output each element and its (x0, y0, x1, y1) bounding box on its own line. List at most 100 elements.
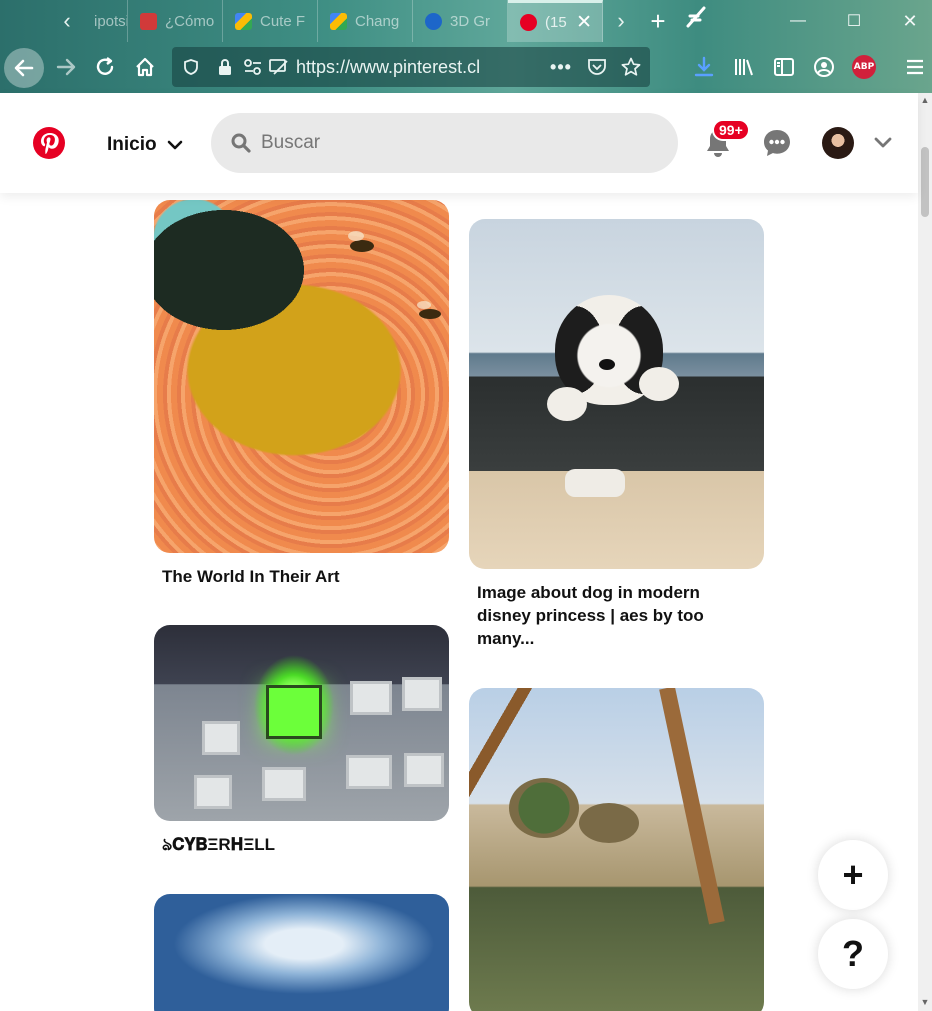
minimize-window-button[interactable]: — (770, 0, 826, 42)
maximize-window-button[interactable]: ☐ (826, 0, 882, 42)
search-bar[interactable] (211, 113, 678, 173)
browser-tab[interactable]: ipotsi (82, 0, 128, 42)
plus-icon: + (842, 854, 864, 895)
home-dropdown-button[interactable]: Inicio (107, 134, 183, 156)
pin-card[interactable]: The World In Their Art (154, 200, 449, 588)
scrollbar-thumb[interactable] (921, 147, 929, 217)
address-bar[interactable]: https://www.pinterest.cl ••• (172, 47, 650, 87)
adblock-plus-icon[interactable]: ABP (852, 55, 876, 79)
menu-icon[interactable] (903, 55, 927, 79)
reload-icon (96, 57, 114, 75)
chevron-down-icon (167, 140, 182, 150)
dog-paw (639, 367, 679, 401)
notification-count-badge: 99+ (712, 119, 750, 141)
tabs-scroll-left-button[interactable]: ‹ (52, 0, 82, 42)
browser-tab[interactable]: Chang (318, 0, 413, 42)
account-menu-chevron-icon[interactable] (874, 137, 892, 149)
tab-title: ipotsi (94, 12, 128, 30)
downloads-icon[interactable] (692, 55, 716, 79)
url-text: https://www.pinterest.cl (296, 57, 481, 77)
search-input[interactable] (261, 127, 661, 159)
forward-button[interactable] (54, 55, 78, 79)
close-window-button[interactable]: ✕ (882, 0, 932, 42)
dog-legs (565, 469, 625, 497)
window-frame (659, 688, 725, 925)
pinterest-logo-icon[interactable] (33, 127, 65, 159)
navigation-toolbar: https://www.pinterest.cl ••• ABP (0, 42, 932, 93)
pin-card[interactable]: Image about dog in modern disney princes… (469, 219, 764, 650)
hanging-plant (509, 778, 579, 838)
pin-image[interactable] (154, 625, 449, 821)
pin-feed: The World In Their Art Image about dog i… (0, 193, 918, 1011)
back-arrow-icon (14, 59, 34, 77)
help-button[interactable]: ? (818, 919, 888, 989)
pinterest-favicon-icon (520, 14, 537, 31)
pinterest-header: Inicio 99+ (0, 93, 918, 193)
pin-image[interactable] (154, 200, 449, 553)
browser-tab[interactable]: 3D Gr (413, 0, 508, 42)
tab-favicon-icon (140, 12, 157, 30)
new-tab-button[interactable]: + (645, 0, 671, 42)
tab-title: 3D Gr (450, 12, 491, 30)
search-icon (231, 133, 251, 153)
tab-strip: ‹ ipotsi ¿Cómo Cute F Chang 3D Gr (15 ✕ … (0, 0, 932, 42)
building-window (194, 775, 232, 809)
building-window (350, 681, 392, 715)
building-window (346, 755, 392, 789)
sidebar-icon[interactable] (772, 55, 796, 79)
building-window (202, 721, 240, 755)
tab-favicon-icon (330, 12, 347, 30)
home-icon (136, 57, 154, 77)
browser-tab[interactable]: Cute F (223, 0, 318, 42)
scroll-up-arrow-icon[interactable]: ▲ (918, 95, 932, 107)
browser-tab[interactable]: ¿Cómo (128, 0, 223, 42)
forward-arrow-icon (56, 58, 76, 76)
browser-tab-active[interactable]: (15 ✕ (508, 0, 603, 42)
account-icon[interactable] (812, 55, 836, 79)
building-window (402, 677, 442, 711)
library-icon[interactable] (732, 55, 756, 79)
bee-illustration (417, 301, 441, 319)
tab-favicon-icon (425, 12, 442, 30)
pocket-icon[interactable] (586, 56, 608, 78)
messages-icon[interactable] (762, 128, 792, 158)
lock-icon[interactable] (214, 56, 236, 78)
pin-image[interactable] (154, 894, 449, 1011)
user-avatar[interactable] (822, 127, 854, 159)
home-button[interactable] (133, 55, 157, 79)
dog-nose (599, 359, 615, 370)
scroll-down-arrow-icon[interactable]: ▼ (918, 997, 932, 1009)
pin-title[interactable]: ঌ𝐂𝐘𝐁ΞR𝐇ΞLL (154, 821, 449, 856)
building-window (262, 767, 306, 801)
shield-icon[interactable] (180, 56, 202, 78)
reload-button[interactable] (93, 55, 117, 79)
help-icon: ? (842, 933, 864, 974)
dog-paw (547, 387, 587, 421)
building-window (404, 753, 444, 787)
pin-image[interactable] (469, 219, 764, 569)
close-tab-icon[interactable]: ✕ (576, 11, 592, 34)
bee-illustration (348, 231, 374, 252)
permissions-icon[interactable] (242, 56, 264, 78)
back-button[interactable] (4, 48, 44, 88)
pin-image[interactable] (469, 688, 764, 1011)
pin-title[interactable]: Image about dog in modern disney princes… (469, 569, 764, 650)
tracking-protection-icon[interactable] (268, 56, 290, 78)
tabs-scroll-right-button[interactable]: › (606, 0, 636, 42)
tab-title: Cute F (260, 12, 306, 30)
home-label: Inicio (107, 134, 157, 155)
pin-card[interactable] (154, 894, 449, 1011)
burning-window (266, 685, 322, 739)
add-pin-button[interactable]: + (818, 840, 888, 910)
pin-card[interactable] (469, 688, 764, 1011)
page-scrollbar[interactable]: ▲ ▼ (918, 93, 932, 1011)
tab-favicon-icon (235, 12, 252, 30)
pin-title[interactable]: The World In Their Art (154, 553, 449, 588)
extension-feather-icon[interactable] (682, 2, 712, 32)
page-actions-icon[interactable]: ••• (550, 56, 572, 78)
pin-card[interactable]: ঌ𝐂𝐘𝐁ΞR𝐇ΞLL (154, 625, 449, 856)
bookmark-star-icon[interactable] (620, 56, 642, 78)
tab-title: Chang (355, 12, 400, 30)
tab-title: (15 (545, 14, 567, 31)
tab-title: ¿Cómo (165, 12, 215, 30)
